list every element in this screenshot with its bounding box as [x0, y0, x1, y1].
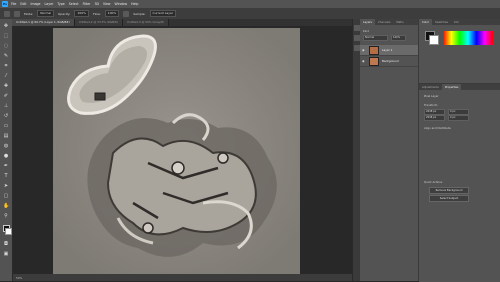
background-swatch[interactable] [429, 35, 439, 45]
zoom-readout[interactable]: 50% [16, 276, 22, 280]
menu-layer[interactable]: Layer [45, 2, 54, 6]
layer-thumbnail [369, 56, 379, 66]
marquee-tool-icon[interactable]: ⬚ [3, 33, 9, 39]
layer-thumbnail [369, 45, 379, 55]
layer-row[interactable]: ◉ Background [360, 56, 418, 67]
layers-panel-tabs: Layers Channels Paths [360, 19, 418, 25]
eye-icon[interactable]: ◉ [362, 59, 366, 63]
transform-label: Transform [424, 103, 438, 107]
tab-channels[interactable]: Channels [375, 19, 393, 25]
layer-name[interactable]: Layer 1 [382, 48, 392, 52]
layer-list: ◉ Layer 1 ◉ Background [360, 45, 418, 67]
background-color-swatch[interactable] [5, 228, 12, 235]
layer-opacity-field[interactable]: 100% [391, 34, 406, 41]
menu-image[interactable]: Image [31, 2, 41, 6]
menu-edit[interactable]: Edit [20, 2, 26, 6]
transform-row-2: 2048 px 0 px [424, 115, 469, 121]
menu-file[interactable]: File [11, 2, 16, 6]
quick-actions-label: Quick Actions [424, 180, 443, 184]
menu-type[interactable]: Type [57, 2, 64, 6]
flow-label: Flow: [92, 11, 101, 16]
move-tool-icon[interactable]: ✥ [3, 23, 9, 29]
tab-color[interactable]: Color [419, 19, 433, 25]
path-select-tool-icon[interactable]: ➤ [3, 183, 9, 189]
menu-filter[interactable]: Filter [83, 2, 91, 6]
color-spectrum[interactable] [443, 31, 493, 45]
layer-name[interactable]: Background [382, 59, 399, 63]
document-canvas[interactable] [53, 28, 300, 274]
app-logo: Ps [2, 1, 8, 7]
blend-mode-select[interactable]: Normal [363, 34, 388, 41]
tab-swatches[interactable]: Swatches [432, 19, 451, 25]
tab-document-1[interactable]: Untitled-1 @ 66.7% (Layer 1, RGB/8#) [12, 19, 75, 26]
remove-background-button[interactable]: Remove Background [429, 187, 469, 194]
tab-properties[interactable]: Properties [441, 84, 462, 90]
opacity-label: Opacity: [58, 11, 71, 16]
properties-panel: Adjustments Properties Pixel Layer Trans… [419, 83, 500, 282]
y-field[interactable]: 0 px [448, 115, 469, 121]
layer-row[interactable]: ◉ Layer 1 [360, 45, 418, 56]
lasso-tool-icon[interactable]: ◌ [3, 43, 9, 49]
history-brush-tool-icon[interactable]: ↺ [3, 113, 9, 119]
menu-help[interactable]: Help [131, 2, 138, 6]
properties-title: Pixel Layer [424, 94, 439, 98]
sample-select[interactable]: Current Layer [149, 10, 177, 17]
mode-select[interactable]: Normal [37, 10, 55, 17]
flow-field[interactable]: 100% [104, 10, 120, 17]
healing-brush-tool-icon[interactable]: ✚ [3, 83, 9, 89]
zoom-tool-icon[interactable]: ⚲ [3, 213, 9, 219]
tab-paths[interactable]: Paths [393, 19, 406, 25]
clone-stamp-tool-icon[interactable]: ⊥ [3, 103, 9, 109]
menu-3d[interactable]: 3D [94, 2, 98, 6]
quick-mask-icon[interactable]: ◘ [3, 241, 9, 247]
blend-row: Normal 100% [360, 34, 418, 41]
texture-image [53, 28, 300, 274]
pen-tool-icon[interactable]: ✒ [3, 163, 9, 169]
tab-info[interactable]: Info [451, 19, 462, 25]
gradient-tool-icon[interactable]: ▤ [3, 133, 9, 139]
brush-preset-icon[interactable] [14, 10, 20, 17]
quick-select-tool-icon[interactable]: ✎ [3, 53, 9, 59]
color-panel-tabs: Color Swatches Info [419, 19, 500, 25]
properties-panel-tabs: Adjustments Properties [419, 84, 500, 90]
status-bar: 50% [13, 274, 352, 281]
shape-tool-icon[interactable]: ▢ [3, 193, 9, 199]
layers-panel: Layers Channels Paths Kind Normal 100% ◉… [360, 19, 419, 281]
tab-layers[interactable]: Layers [360, 19, 375, 25]
eyedropper-tool-icon[interactable]: ⁄ [3, 73, 9, 79]
type-tool-icon[interactable]: T [3, 173, 9, 179]
crop-tool-icon[interactable]: ⌗ [3, 63, 9, 69]
dodge-tool-icon[interactable]: ● [3, 153, 9, 159]
eye-icon[interactable]: ◉ [362, 48, 366, 52]
tab-document-3[interactable]: Untitled-3 @ 50% (Gray/8) [122, 19, 169, 26]
eraser-tool-icon[interactable]: ▭ [3, 123, 9, 129]
mode-label: Mode: [24, 11, 34, 16]
menu-view[interactable]: View [103, 2, 111, 6]
kind-label[interactable]: Kind [363, 29, 369, 33]
home-icon[interactable] [4, 10, 10, 17]
menu-select[interactable]: Select [69, 2, 79, 6]
color-panel: Color Swatches Info [419, 19, 500, 81]
opacity-field[interactable]: 100% [74, 10, 89, 17]
screen-mode-icon[interactable]: ▣ [3, 251, 9, 257]
menu-bar: Ps File Edit Image Layer Type Select Fil… [0, 0, 500, 8]
align-label: Align and Distribute [424, 126, 451, 130]
select-subject-button[interactable]: Select Subject [429, 195, 469, 202]
tab-adjustments[interactable]: Adjustments [419, 84, 442, 90]
brush-tool-icon[interactable]: ✐ [3, 93, 9, 99]
tab-document-2[interactable]: Untitled-2 @ 33.3% (RGB/8) [74, 19, 123, 26]
airbrush-icon[interactable] [123, 10, 130, 17]
tool-bar: ✥ ⬚ ◌ ✎ ⌗ ⁄ ✚ ✐ ⊥ ↺ ▭ ▤ ◍ ● ✒ T ➤ ▢ ✋ ⚲ … [0, 19, 13, 281]
height-field[interactable]: 2048 px [424, 115, 445, 121]
sample-label: Sample: [133, 11, 146, 16]
layer-filter-row: Kind [360, 27, 418, 34]
menu-window[interactable]: Window [115, 2, 128, 6]
blur-tool-icon[interactable]: ◍ [3, 143, 9, 149]
right-panels: Layers Channels Paths Kind Normal 100% ◉… [360, 19, 500, 282]
hand-tool-icon[interactable]: ✋ [3, 203, 9, 209]
document-tabs: Untitled-1 @ 66.7% (Layer 1, RGB/8#) Unt… [12, 19, 352, 26]
